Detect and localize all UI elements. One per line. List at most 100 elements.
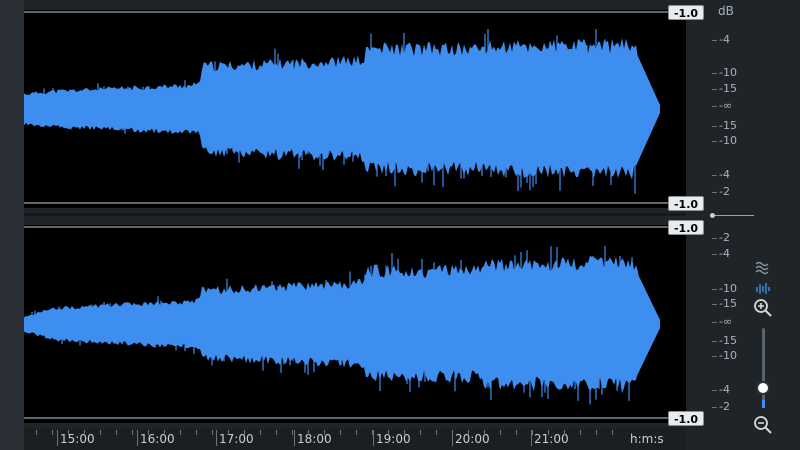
- timeline-minor-tick: [420, 430, 421, 435]
- timeline-minor-tick: [52, 430, 53, 435]
- timeline-minor-tick: [452, 430, 453, 435]
- spectrogram-icon[interactable]: [752, 256, 774, 278]
- timeline-minor-tick: [84, 430, 85, 435]
- channel-divider: [24, 213, 686, 216]
- db-tick: [712, 126, 717, 127]
- timeline-minor-tick: [388, 430, 389, 435]
- timeline-major-tick: [57, 430, 58, 446]
- timeline-minor-tick: [196, 430, 197, 435]
- timeline-label: 18:00: [297, 432, 332, 446]
- timeline-minor-tick: [484, 430, 485, 435]
- waveform-left[interactable]: [24, 10, 686, 208]
- timeline-minor-tick: [292, 430, 293, 435]
- db-tick: [712, 73, 717, 74]
- time-unit-label: h:m:s: [630, 432, 664, 446]
- timeline-minor-tick: [548, 430, 549, 435]
- timeline-minor-tick: [180, 430, 181, 435]
- timeline-minor-tick: [356, 430, 357, 435]
- timeline-minor-tick: [260, 430, 261, 435]
- timeline-minor-tick: [532, 430, 533, 435]
- channel-split-handle[interactable]: [710, 213, 715, 218]
- db-tick: [712, 304, 717, 305]
- timeline-major-tick: [137, 430, 138, 446]
- db-tick: [712, 254, 717, 255]
- channel-split-line: [712, 215, 754, 216]
- db-tick-label: -15: [719, 334, 737, 347]
- db-tick: [712, 341, 717, 342]
- db-tick-label: -15: [719, 82, 737, 95]
- waveform-tail: [636, 51, 660, 167]
- db-tick: [712, 89, 717, 90]
- db-tick: [712, 141, 717, 142]
- clip-level-label-bottom-upper: -1.0: [668, 220, 704, 235]
- zoom-slider-fill: [762, 400, 765, 408]
- left-scroll-strip[interactable]: [0, 0, 24, 450]
- timeline-label: 19:00: [376, 432, 411, 446]
- db-tick: [712, 175, 717, 176]
- timeline-minor-tick: [436, 430, 437, 435]
- timeline-minor-tick: [308, 430, 309, 435]
- timeline-label: 17:00: [219, 432, 254, 446]
- db-unit-label: dB: [718, 4, 734, 18]
- db-tick-label: -15: [719, 297, 737, 310]
- waveform-channel-right[interactable]: [24, 225, 686, 423]
- db-tick-label: -∞: [719, 315, 733, 328]
- timeline-minor-tick: [132, 430, 133, 435]
- timeline-minor-tick: [68, 430, 69, 435]
- clip-level-label-bottom-lower: -1.0: [668, 411, 704, 426]
- waveform-channel-left[interactable]: [24, 10, 686, 208]
- zoom-slider-track[interactable]: [762, 328, 765, 408]
- waveform-right[interactable]: [24, 225, 686, 423]
- timeline-major-tick: [216, 430, 217, 446]
- db-tick: [712, 40, 717, 41]
- db-tick-label: -4: [719, 168, 730, 181]
- db-tick: [712, 407, 717, 408]
- timeline-major-tick: [373, 430, 374, 446]
- timeline-label: 16:00: [140, 432, 175, 446]
- timeline-minor-tick: [212, 430, 213, 435]
- db-tick-label: -2: [719, 231, 730, 244]
- timeline-minor-tick: [148, 430, 149, 435]
- timeline-minor-tick: [340, 430, 341, 435]
- timeline-minor-tick: [516, 430, 517, 435]
- timeline-major-tick: [294, 430, 295, 446]
- timeline-minor-tick: [596, 430, 597, 435]
- timeline-minor-tick: [564, 430, 565, 435]
- zoom-in-icon[interactable]: [752, 297, 774, 319]
- db-tick-label: -2: [719, 185, 730, 198]
- timeline-minor-tick: [324, 430, 325, 435]
- db-tick-label: -4: [719, 247, 730, 260]
- timeline-minor-tick: [580, 430, 581, 435]
- db-tick-label: -4: [719, 383, 730, 396]
- timeline-minor-tick: [468, 430, 469, 435]
- zoom-out-icon[interactable]: [752, 414, 774, 436]
- timeline-minor-tick: [164, 430, 165, 435]
- db-tick-label: -∞: [719, 99, 733, 112]
- timeline-ruler[interactable]: [24, 428, 686, 450]
- db-tick: [712, 356, 717, 357]
- clip-level-label-top-lower: -1.0: [668, 196, 704, 211]
- db-tick-label: -10: [719, 282, 737, 295]
- db-tick-label: -4: [719, 33, 730, 46]
- zoom-slider-knob[interactable]: [756, 381, 770, 395]
- db-tick-label: -2: [719, 400, 730, 413]
- timeline-minor-tick: [244, 430, 245, 435]
- waveform-tail: [636, 270, 660, 378]
- timeline-minor-tick: [500, 430, 501, 435]
- timeline-minor-tick: [612, 430, 613, 435]
- db-tick: [712, 390, 717, 391]
- timeline-minor-tick: [276, 430, 277, 435]
- db-tick: [712, 322, 717, 323]
- db-tick: [712, 106, 717, 107]
- db-tick: [712, 289, 717, 290]
- timeline-minor-tick: [116, 430, 117, 435]
- timeline-minor-tick: [372, 430, 373, 435]
- db-tick-label: -15: [719, 119, 737, 132]
- timeline-minor-tick: [100, 430, 101, 435]
- timeline-minor-tick: [404, 430, 405, 435]
- audio-editor-window: -1.0 -1.0 -1.0 -1.0 dB -4 -10 -15 -∞ -15 -10 -…: [0, 0, 800, 450]
- db-tick-label: -10: [719, 134, 737, 147]
- db-tick: [712, 238, 717, 239]
- db-tick-label: -10: [719, 66, 737, 79]
- timeline-minor-tick: [228, 430, 229, 435]
